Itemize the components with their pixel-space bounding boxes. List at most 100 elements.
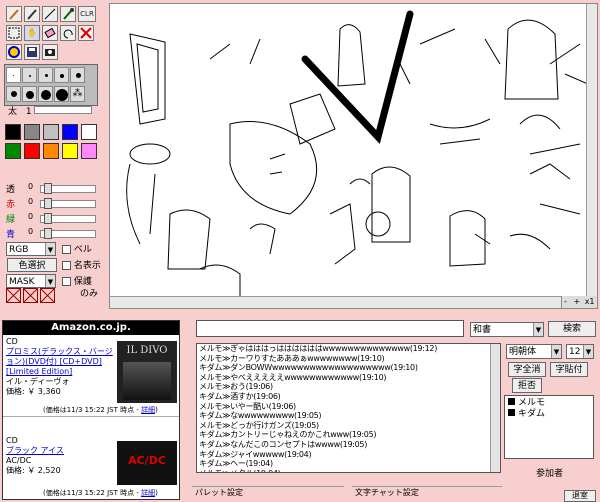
product-2-price: 価格: ￥ 2,520 <box>6 466 61 475</box>
drawing-canvas[interactable]: - + x1 <box>109 3 598 309</box>
brush-size-3[interactable] <box>38 67 53 83</box>
mask-color-2[interactable] <box>23 288 38 303</box>
mask-select[interactable]: MASK ▼ <box>6 274 56 288</box>
chat-message: キダム≫カントリーじゃねえのかこれwww(19:05) <box>199 430 377 440</box>
brush-size-label: 太 <box>8 107 18 117</box>
amazon-ad-panel: Amazon.co.jp. CD プロミス(デラックス・バージョン)(DVD付)… <box>2 320 180 500</box>
chat-message: キダム≫なんだこのコンセプトはwwww(19:05) <box>199 439 368 449</box>
canvas-horizontal-scrollbar[interactable] <box>110 296 588 308</box>
palette-swatch[interactable] <box>24 143 40 159</box>
name-display-option[interactable]: 名表示 <box>62 258 101 271</box>
brush-size-spray[interactable]: ⁂ <box>70 86 85 102</box>
tool-panel: CLR ✋ <box>4 4 100 62</box>
product-1-detail-link[interactable]: 詳細 <box>141 406 155 414</box>
brush-size-4[interactable] <box>54 67 69 83</box>
brush-size-slider[interactable] <box>34 106 92 114</box>
chat-message: キダム≫ジャイwwwww(19:04) <box>199 449 312 459</box>
palette-swatch[interactable] <box>62 143 78 159</box>
zoom-out-button[interactable]: - <box>564 297 567 306</box>
brush-size-1[interactable] <box>6 67 21 83</box>
name-display-checkbox[interactable] <box>62 261 71 270</box>
canvas-drawing <box>126 10 588 296</box>
participants-list: メルモ キダム <box>504 395 594 459</box>
chat-message: メルモ≫カーワりすたあああぁwwwwwwww(19:10) <box>199 353 385 363</box>
hand-icon[interactable]: ✋ <box>24 25 40 41</box>
product-2-cover[interactable]: AC/DC <box>117 441 177 485</box>
select-icon[interactable] <box>6 25 22 41</box>
slider-thumb[interactable] <box>44 228 52 239</box>
eraser-icon[interactable] <box>42 25 58 41</box>
color-mode-select[interactable]: RGB ▼ <box>6 242 56 256</box>
slider-value: 0 <box>28 182 34 191</box>
brush-size-9[interactable] <box>54 86 69 102</box>
bell-checkbox[interactable] <box>62 245 71 254</box>
brush-size-6[interactable] <box>6 86 21 102</box>
color-slider-row: 青0 <box>6 227 100 240</box>
palette-swatch[interactable] <box>5 143 21 159</box>
camera-icon[interactable] <box>42 44 58 60</box>
clear-button[interactable]: CLR <box>78 6 96 22</box>
product-1-title[interactable]: プロミス(デラックス・バージョン)(DVD付) [CD+DVD] <box>6 347 114 367</box>
chat-message: メルモ≫ぎゃはははっははははははwwwwwwwwwwwwww(19:12) <box>199 344 438 353</box>
stamp-icon[interactable] <box>6 44 22 60</box>
reject-button[interactable]: 拒否 <box>512 378 542 393</box>
palette-settings-label: パレット設定 <box>195 488 243 497</box>
slider-value: 0 <box>28 212 34 221</box>
palette-swatch[interactable] <box>62 124 78 140</box>
chat-input[interactable] <box>196 320 464 337</box>
slider-thumb[interactable] <box>44 183 52 194</box>
undo-icon[interactable] <box>60 25 76 41</box>
palette-swatch[interactable] <box>24 124 40 140</box>
product-2-title[interactable]: ブラック アイス <box>6 446 114 456</box>
chevron-down-icon: ▼ <box>45 275 55 287</box>
canvas-vertical-scrollbar[interactable] <box>586 4 597 296</box>
line-icon[interactable] <box>42 6 58 22</box>
delete-all-text-button[interactable]: 字全消 <box>508 362 546 377</box>
chat-log-scrollbar[interactable] <box>490 344 500 472</box>
font-family-select[interactable]: 明朝体 ▼ <box>506 344 562 359</box>
search-button[interactable]: 検索 <box>548 321 596 337</box>
eyedropper-icon[interactable] <box>60 6 76 22</box>
protect-checkbox[interactable] <box>62 277 71 286</box>
paste-text-button[interactable]: 字貼付 <box>550 362 588 377</box>
color-select-button[interactable]: 色選択 <box>7 258 57 272</box>
slider-thumb[interactable] <box>44 198 52 209</box>
participant-marker-icon <box>508 409 515 416</box>
pencil-icon[interactable] <box>6 6 22 22</box>
chat-message: メルモ≫どっか行けガンズ(19:05) <box>199 420 319 430</box>
palette-swatch[interactable] <box>81 143 97 159</box>
participant-marker-icon <box>508 398 515 405</box>
product-1-edition[interactable]: [Limited Edition] <box>6 367 114 377</box>
exit-button[interactable]: 退室 <box>564 490 596 502</box>
mask-color-3[interactable] <box>40 288 55 303</box>
palette-swatch[interactable] <box>43 143 59 159</box>
slider-thumb[interactable] <box>44 213 52 224</box>
slider-label: 青 <box>6 230 16 240</box>
no-icon[interactable] <box>78 25 94 41</box>
pen-icon[interactable] <box>24 6 40 22</box>
bell-option[interactable]: ベル <box>62 242 92 255</box>
brush-size-2[interactable] <box>22 67 37 83</box>
slider-label: 透 <box>6 185 16 195</box>
dictionary-select[interactable]: 和書 ▼ <box>470 322 544 337</box>
mask-color-1[interactable] <box>6 288 21 303</box>
palette-swatch[interactable] <box>43 124 59 140</box>
zoom-controls: - + x1 <box>561 296 597 308</box>
participant-item[interactable]: キダム <box>508 409 590 420</box>
save-icon[interactable] <box>24 44 40 60</box>
font-size-select[interactable]: 12 ▼ <box>566 344 594 359</box>
slider-label: 赤 <box>6 200 16 210</box>
product-1-cover[interactable]: IL DIVO <box>117 341 177 403</box>
chat-message: メルモ≫おう(19:06) <box>199 382 273 392</box>
zoom-in-button[interactable]: + <box>573 297 580 306</box>
palette-settings-panel: パレット設定 <box>192 486 344 500</box>
product-2-detail-link[interactable]: 詳細 <box>141 489 155 497</box>
brush-size-8[interactable] <box>38 86 53 102</box>
palette-swatch[interactable] <box>5 124 21 140</box>
color-slider-row: 緑0 <box>6 212 100 225</box>
palette-swatch[interactable] <box>81 124 97 140</box>
brush-size-5[interactable] <box>70 67 85 83</box>
participant-item[interactable]: メルモ <box>508 398 590 409</box>
brush-size-7[interactable] <box>22 86 37 102</box>
amazon-header: Amazon.co.jp. <box>3 321 179 335</box>
